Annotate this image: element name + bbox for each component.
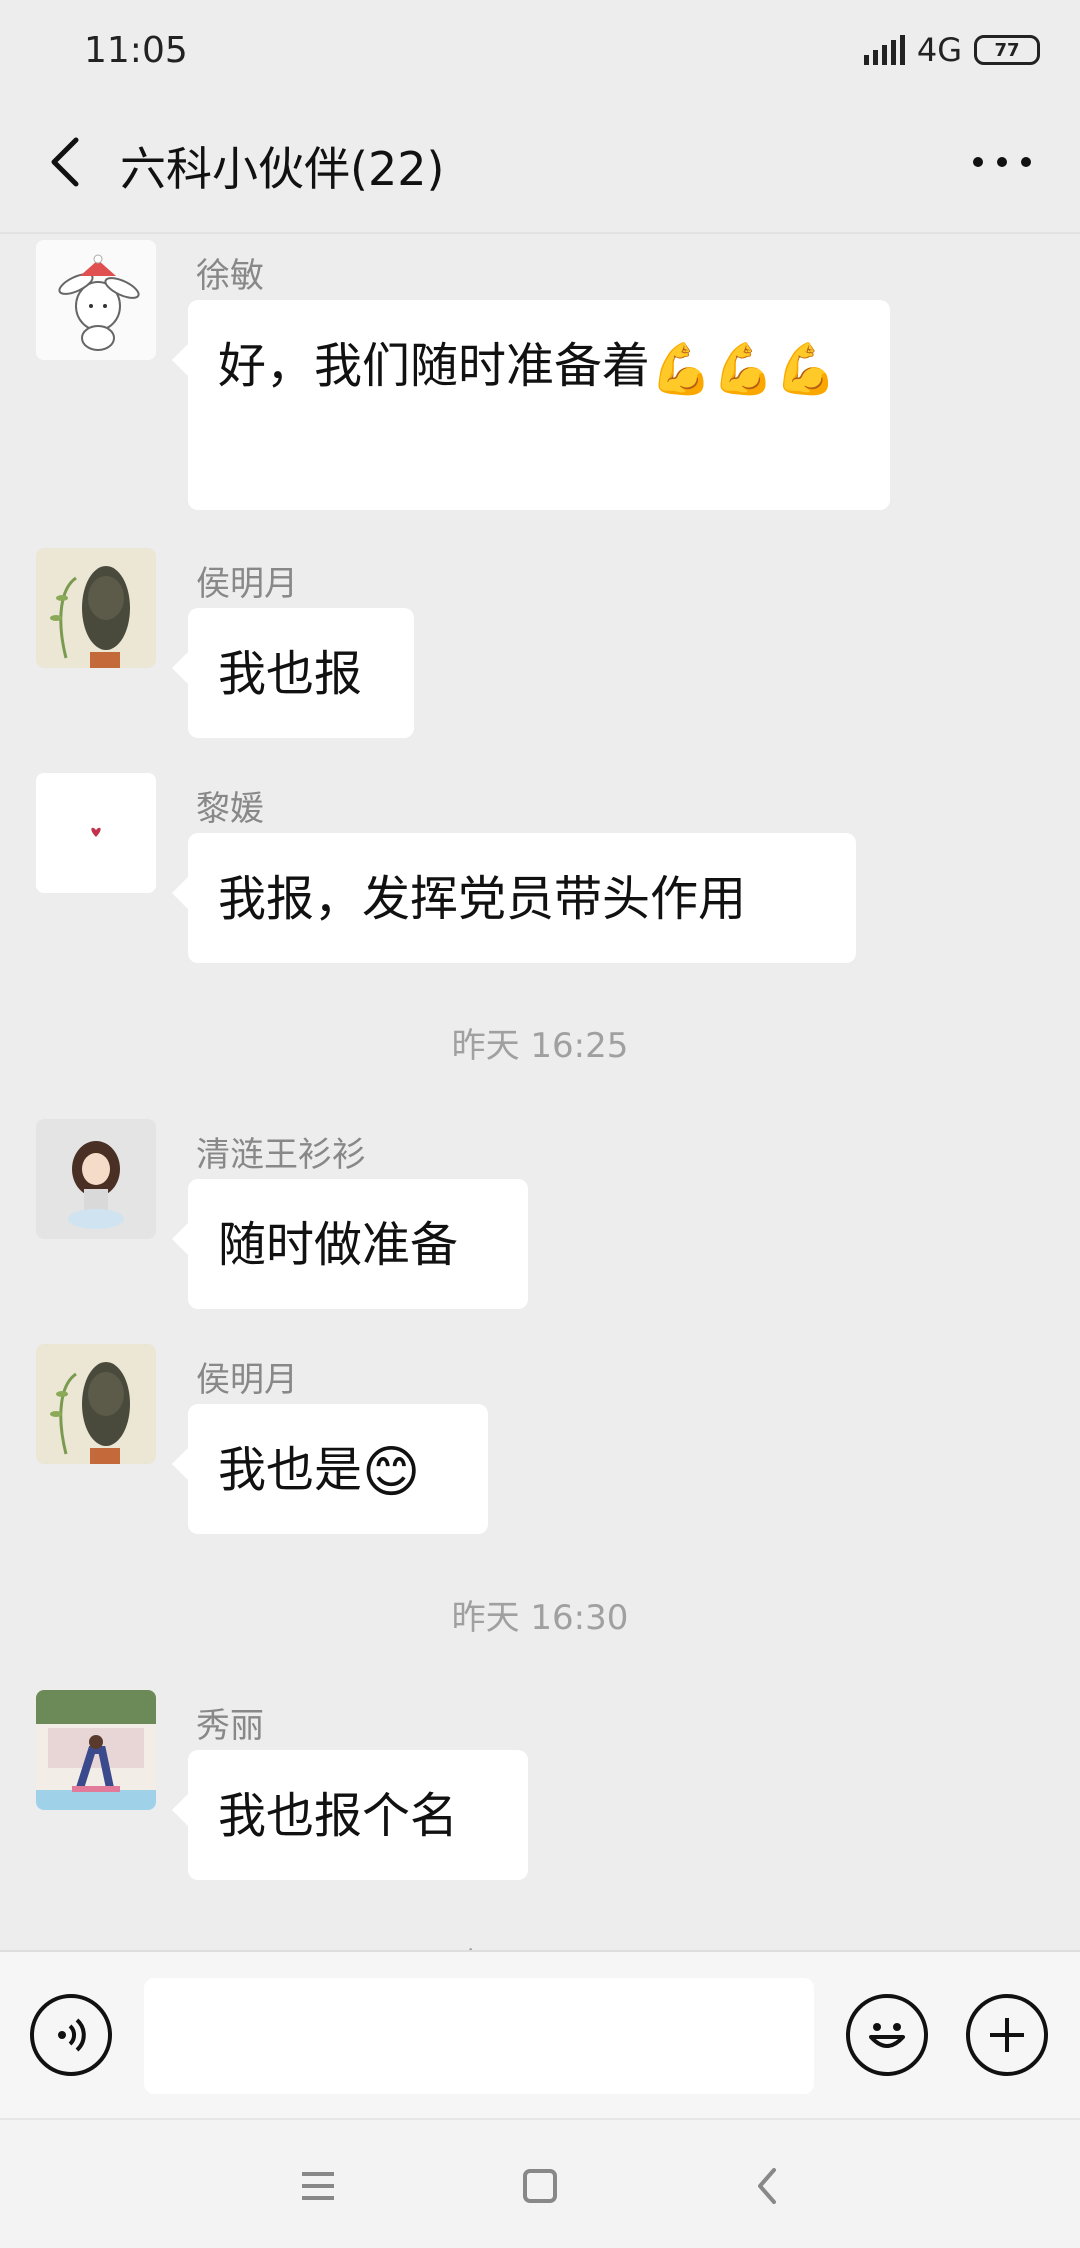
message-text: 我报，发挥党员带头作用 [218,871,747,927]
menu-icon [302,2172,334,2200]
timestamp: 昨天 16:30 [451,1598,629,1638]
nav-home-button[interactable] [508,2154,572,2218]
status-bar: 11:05 4G 77 [0,0,1080,100]
message-text: 随时做准备 [218,1217,459,1273]
message-bubble[interactable]: 好，我们随时准备着💪💪💪 [172,300,890,510]
smiling-face-icon: 😊 [362,1440,421,1505]
message-text: 我也报 [218,646,363,702]
message-bubble[interactable]: 我也是😊 [172,1404,488,1534]
girl-avatar-icon [36,1119,156,1239]
battery-level: 77 [994,39,1020,61]
nav-menu-button[interactable] [286,2154,350,2218]
avatar[interactable] [36,773,156,893]
plus-icon [990,2018,1024,2052]
home-square-icon [523,2169,557,2203]
message-input[interactable] [144,1978,814,2094]
voice-button[interactable] [30,1994,112,2076]
signal-icon [863,35,905,65]
message-bubble[interactable]: 我也报个名 [172,1750,528,1880]
timestamp: 昨天 16:25 [451,1026,629,1066]
nav-back-button[interactable] [736,2154,800,2218]
tree-avatar-icon [36,548,156,668]
avatar[interactable] [36,548,156,668]
smiley-icon [869,2023,905,2048]
sender-name: 黎媛 [196,789,264,829]
chat-title: 六科小伙伴(22) [120,142,445,196]
sender-name: 侯明月 [196,564,298,604]
sender-name: 徐敏 [196,256,264,296]
nav-back-icon [758,2168,776,2204]
heart-avatar-icon [36,773,156,893]
message-text: 我也是 [218,1442,363,1498]
battery-icon: 77 [974,35,1040,65]
message-bubble[interactable]: 随时做准备 [172,1179,528,1309]
add-button[interactable] [966,1994,1048,2076]
back-button[interactable] [36,130,100,194]
network-type: 4G [916,31,962,69]
status-time: 11:05 [84,29,188,71]
chevron-left-icon [51,137,79,187]
yoga-avatar-icon [36,1690,156,1810]
message-text: 我也报个名 [218,1788,459,1844]
more-button[interactable] [964,130,1040,194]
voice-icon [58,2018,86,2052]
avatar[interactable] [36,1344,156,1464]
status-indicators: 4G 77 [863,31,1040,69]
sender-name: 侯明月 [196,1360,298,1400]
message-text: 好，我们随时准备着 [218,338,651,394]
system-nav-bar [0,2118,1080,2248]
message-bubble[interactable]: 我报，发挥党员带头作用 [172,833,856,963]
rabbit-avatar-icon [36,240,156,360]
more-icon [973,157,1031,167]
avatar[interactable] [36,240,156,360]
chat-header: 六科小伙伴(22) [0,100,1080,234]
input-bar [0,1950,1080,2118]
flexed-biceps-icon: 💪💪💪 [650,340,837,398]
message-bubble[interactable]: 我也报 [172,608,414,738]
sender-name: 清涟王衫衫 [196,1135,366,1175]
avatar[interactable] [36,1690,156,1810]
emoji-button[interactable] [846,1994,928,2076]
tree-avatar-icon [36,1344,156,1464]
sender-name: 秀丽 [196,1706,264,1746]
avatar[interactable] [36,1119,156,1239]
